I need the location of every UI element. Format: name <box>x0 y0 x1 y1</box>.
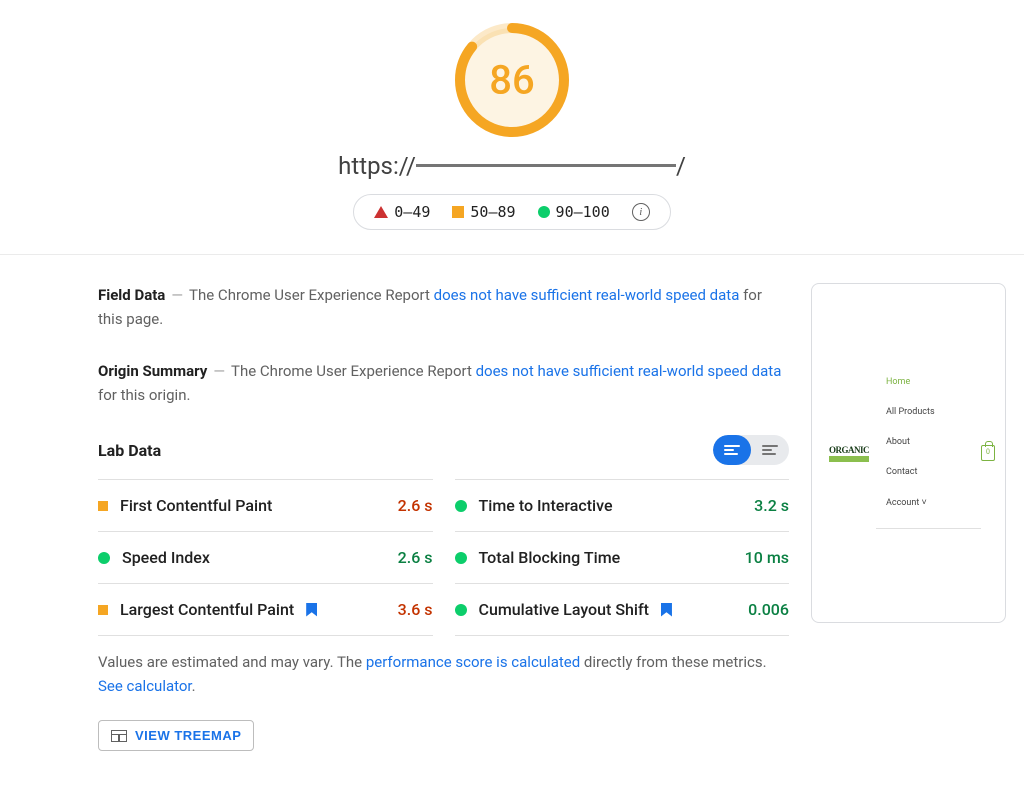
metric-value: 3.6 s <box>398 600 433 619</box>
perf-score-link[interactable]: performance score is calculated <box>366 653 580 671</box>
circle-icon <box>455 552 467 564</box>
origin-summary-section: Origin Summary—The Chrome User Experienc… <box>98 359 789 407</box>
divider <box>876 528 981 529</box>
lab-metrics: First Contentful Paint 2.6 s Speed Index… <box>98 479 789 636</box>
screenshot-preview: ORGANIC Home All Products About Contact … <box>811 283 1006 623</box>
bag-icon[interactable] <box>981 445 995 461</box>
origin-summary-link[interactable]: does not have sufficient real-world spee… <box>476 362 782 380</box>
metric-value: 0.006 <box>748 600 789 619</box>
circle-icon <box>455 604 467 616</box>
metric-value: 3.2 s <box>754 496 789 515</box>
view-compact-button[interactable] <box>751 435 789 465</box>
metric-row[interactable]: Speed Index 2.6 s <box>98 531 433 583</box>
flag-icon <box>661 603 672 617</box>
metric-row[interactable]: Time to Interactive 3.2 s <box>455 479 790 531</box>
metric-value: 2.6 s <box>398 496 433 515</box>
metric-row[interactable]: Total Blocking Time 10 ms <box>455 531 790 583</box>
lab-footnote: Values are estimated and may vary. The p… <box>98 650 789 698</box>
metric-row[interactable]: Largest Contentful Paint 3.6 s <box>98 583 433 636</box>
score-legend: 0–49 50–89 90–100 i <box>353 194 670 230</box>
metric-value: 2.6 s <box>398 548 433 567</box>
redacted-url <box>416 164 676 167</box>
preview-nav-account[interactable]: Account ˅ <box>886 497 971 508</box>
treemap-icon <box>111 730 127 742</box>
circle-icon <box>98 552 110 564</box>
field-data-section: Field Data—The Chrome User Experience Re… <box>98 283 789 331</box>
preview-nav-home[interactable]: Home <box>886 377 971 387</box>
page-url: https:/// <box>0 152 1024 180</box>
view-toggle <box>713 435 789 465</box>
info-icon[interactable]: i <box>632 203 650 221</box>
preview-logo: ORGANIC <box>822 433 876 473</box>
preview-nav-products[interactable]: All Products <box>886 407 971 417</box>
lines-icon <box>762 443 778 457</box>
view-treemap-button[interactable]: VIEW TREEMAP <box>98 720 254 751</box>
square-icon <box>98 605 108 615</box>
preview-nav-about[interactable]: About <box>886 437 971 447</box>
metric-value: 10 ms <box>745 548 789 567</box>
lines-icon <box>724 443 740 457</box>
see-calculator-link[interactable]: See calculator <box>98 677 192 695</box>
preview-nav-contact[interactable]: Contact <box>886 467 971 477</box>
square-icon <box>98 501 108 511</box>
performance-score: 86 <box>489 57 534 104</box>
flag-icon <box>306 603 317 617</box>
triangle-icon <box>374 206 388 218</box>
metric-row[interactable]: Cumulative Layout Shift 0.006 <box>455 583 790 636</box>
performance-gauge: 86 <box>452 20 572 140</box>
view-expanded-button[interactable] <box>713 435 751 465</box>
field-data-link[interactable]: does not have sufficient real-world spee… <box>434 286 740 304</box>
circle-icon <box>455 500 467 512</box>
metric-row[interactable]: First Contentful Paint 2.6 s <box>98 479 433 531</box>
lab-data-title: Lab Data <box>98 441 161 460</box>
square-icon <box>452 206 464 218</box>
circle-icon <box>538 206 550 218</box>
